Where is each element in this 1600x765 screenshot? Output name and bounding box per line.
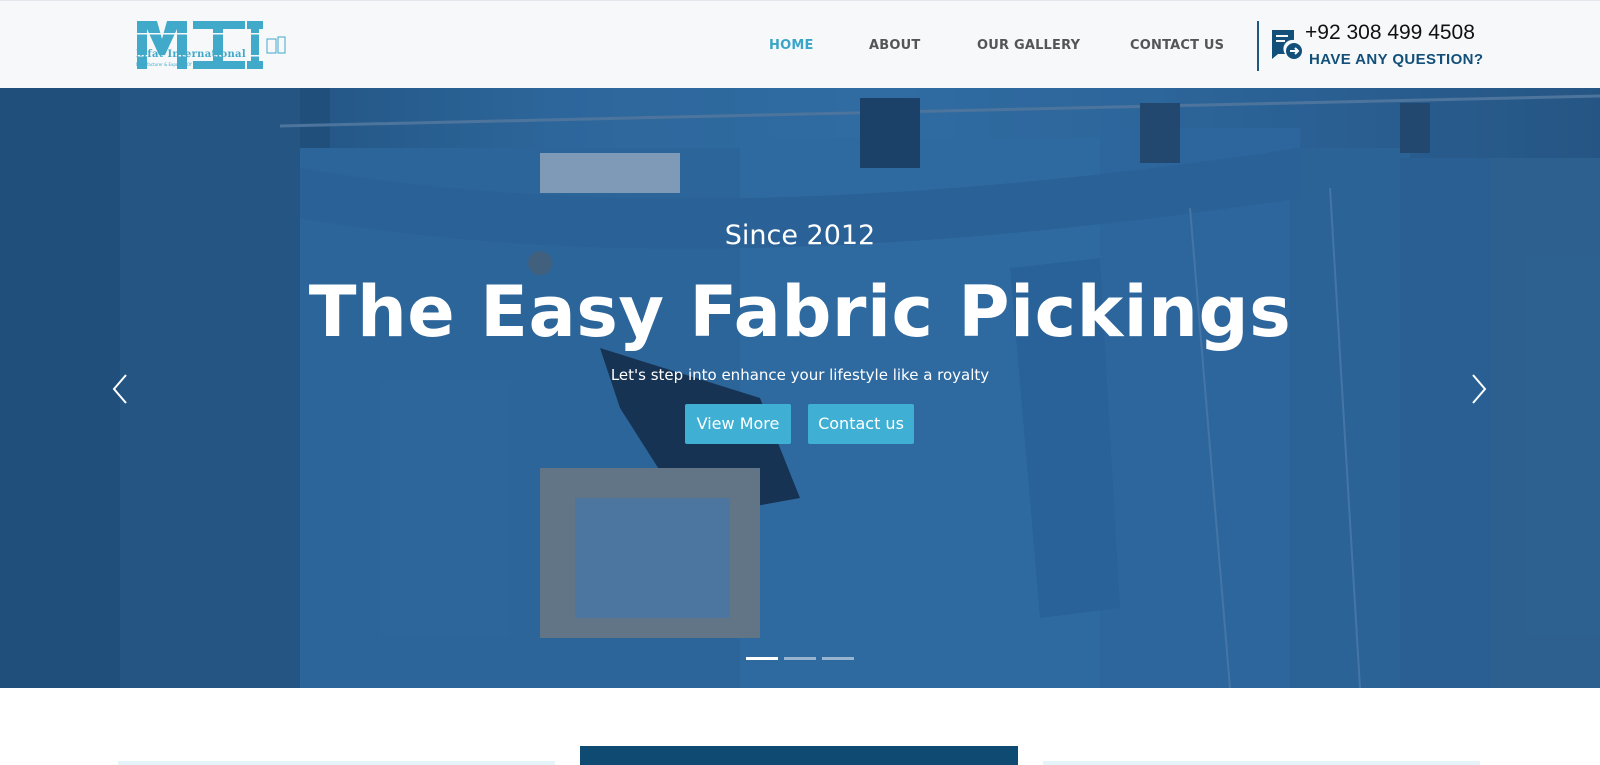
site-header: Mfat International Manufacturer & Export…: [0, 0, 1600, 88]
nav-our-gallery[interactable]: OUR GALLERY: [977, 38, 1080, 53]
logo-tagline: Manufacturer & Exporter Of Clothing: [136, 62, 210, 67]
nav-home[interactable]: HOME: [769, 38, 814, 53]
hero-title: The Easy Fabric Pickings: [308, 271, 1292, 353]
view-more-button[interactable]: View More: [685, 404, 791, 444]
section-card-right: [1043, 761, 1480, 765]
slide-indicator-1[interactable]: [746, 657, 778, 660]
hero-overlay: [0, 88, 1600, 688]
hero-slider: Since 2012 The Easy Fabric Pickings Let'…: [0, 88, 1600, 688]
have-question-label: HAVE ANY QUESTION?: [1309, 51, 1484, 68]
nav-about[interactable]: ABOUT: [869, 38, 920, 53]
nav-contact-us[interactable]: CONTACT US: [1130, 38, 1224, 53]
slide-indicator-3[interactable]: [822, 657, 854, 660]
contact-us-button[interactable]: Contact us: [808, 404, 914, 444]
phone-number[interactable]: +92 308 499 4508: [1305, 21, 1475, 45]
section-card-center: [580, 746, 1018, 765]
since-label: Since 2012: [724, 220, 876, 251]
logo[interactable]: Mfat International Manufacturer & Export…: [135, 19, 295, 71]
section-card-left: [118, 761, 555, 765]
question-chat-icon: [1272, 30, 1302, 59]
hero-tagline: Let's step into enhance your lifestyle l…: [610, 366, 990, 384]
logo-name: Mfat International: [136, 49, 246, 60]
slide-indicator-2[interactable]: [784, 657, 816, 660]
header-divider: [1257, 21, 1259, 71]
